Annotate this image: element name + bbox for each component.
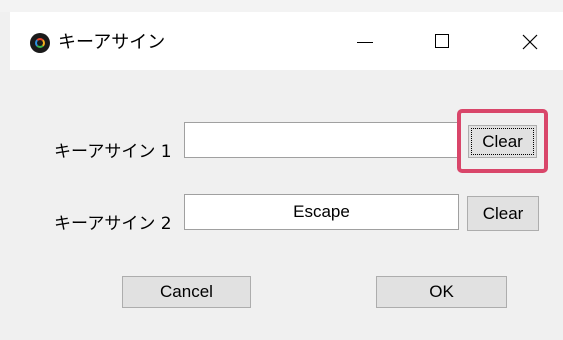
ok-button-label: OK (429, 282, 454, 301)
minimize-icon (357, 42, 373, 43)
key-assign-2-label: キーアサイン 2 (54, 214, 172, 234)
close-button[interactable] (507, 26, 553, 58)
desktop-strip (0, 0, 563, 12)
key-assign-dialog: キーアサイン キーアサイン 1 Clear キーアサイン 2 Escape Cl… (10, 12, 563, 340)
close-icon (522, 34, 538, 50)
minimize-button[interactable] (342, 26, 388, 58)
cancel-button[interactable]: Cancel (122, 276, 251, 308)
window-title: キーアサイン (58, 32, 166, 53)
maximize-icon (435, 34, 449, 48)
highlight-box (457, 109, 548, 173)
key-assign-2-field[interactable]: Escape (184, 194, 459, 230)
maximize-button[interactable] (420, 26, 466, 58)
title-bar[interactable]: キーアサイン (10, 12, 563, 70)
left-border (0, 12, 10, 340)
clear-button-label: Clear (482, 204, 524, 223)
key-assign-1-field[interactable] (184, 122, 459, 158)
screen: キーアサイン キーアサイン 1 Clear キーアサイン 2 Escape Cl… (0, 0, 563, 340)
clear-key-assign-2-button[interactable]: Clear (467, 196, 539, 231)
ok-button[interactable]: OK (376, 276, 507, 308)
app-logo-icon (30, 33, 50, 53)
key-assign-1-label: キーアサイン 1 (54, 142, 172, 162)
cancel-button-label: Cancel (160, 282, 213, 301)
